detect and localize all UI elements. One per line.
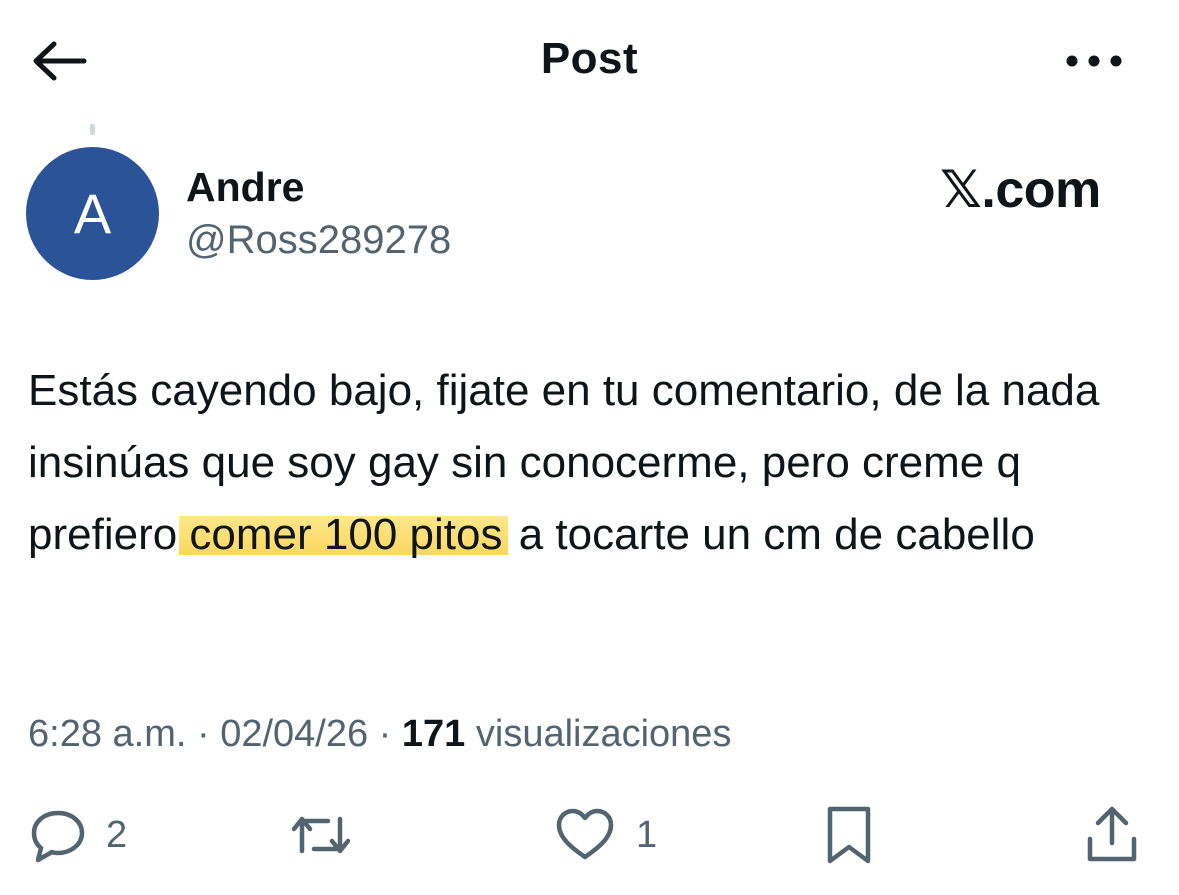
tweet-meta: 6:28 a.m. · 02/04/26 · 171 visualizacion… xyxy=(28,713,731,756)
repost-icon xyxy=(291,816,351,854)
avatar[interactable]: A xyxy=(26,147,159,280)
share-icon xyxy=(1087,806,1137,862)
bookmark-button[interactable] xyxy=(822,800,876,870)
bookmark-icon xyxy=(827,806,871,864)
scroll-indicator xyxy=(90,124,95,135)
author-name[interactable]: Andre xyxy=(186,164,304,211)
views-count[interactable]: 171 xyxy=(402,713,465,755)
reply-button[interactable]: 2 xyxy=(28,800,127,870)
share-button[interactable] xyxy=(1082,800,1142,870)
x-com-watermark: 𝕏.com xyxy=(940,161,1101,219)
top-bar: Post xyxy=(0,0,1179,120)
meta-separator: · xyxy=(186,713,221,755)
like-count: 1 xyxy=(636,813,658,856)
views-label[interactable]: visualizaciones xyxy=(465,713,732,755)
repost-button[interactable] xyxy=(288,800,354,870)
reply-icon xyxy=(31,810,85,863)
more-horizontal-icon xyxy=(1066,55,1122,67)
post-time[interactable]: 6:28 a.m. xyxy=(28,713,186,755)
highlighted-text: comer 100 pitos xyxy=(179,510,509,559)
page-title: Post xyxy=(540,34,639,83)
reply-count: 2 xyxy=(106,813,128,856)
avatar-initial: A xyxy=(73,181,112,245)
meta-separator: · xyxy=(368,713,402,755)
author-handle[interactable]: @Ross289278 xyxy=(186,218,451,263)
heart-icon xyxy=(556,808,614,860)
post-date[interactable]: 02/04/26 xyxy=(220,713,368,755)
more-options-button[interactable] xyxy=(1062,46,1126,76)
action-bar: 2 1 xyxy=(0,800,1179,875)
like-button[interactable]: 1 xyxy=(552,800,657,870)
tweet-text: Estás cayendo bajo, fijate en tu comenta… xyxy=(28,355,1163,571)
tweet-text-part: a tocarte un cm de cabello xyxy=(506,510,1035,559)
